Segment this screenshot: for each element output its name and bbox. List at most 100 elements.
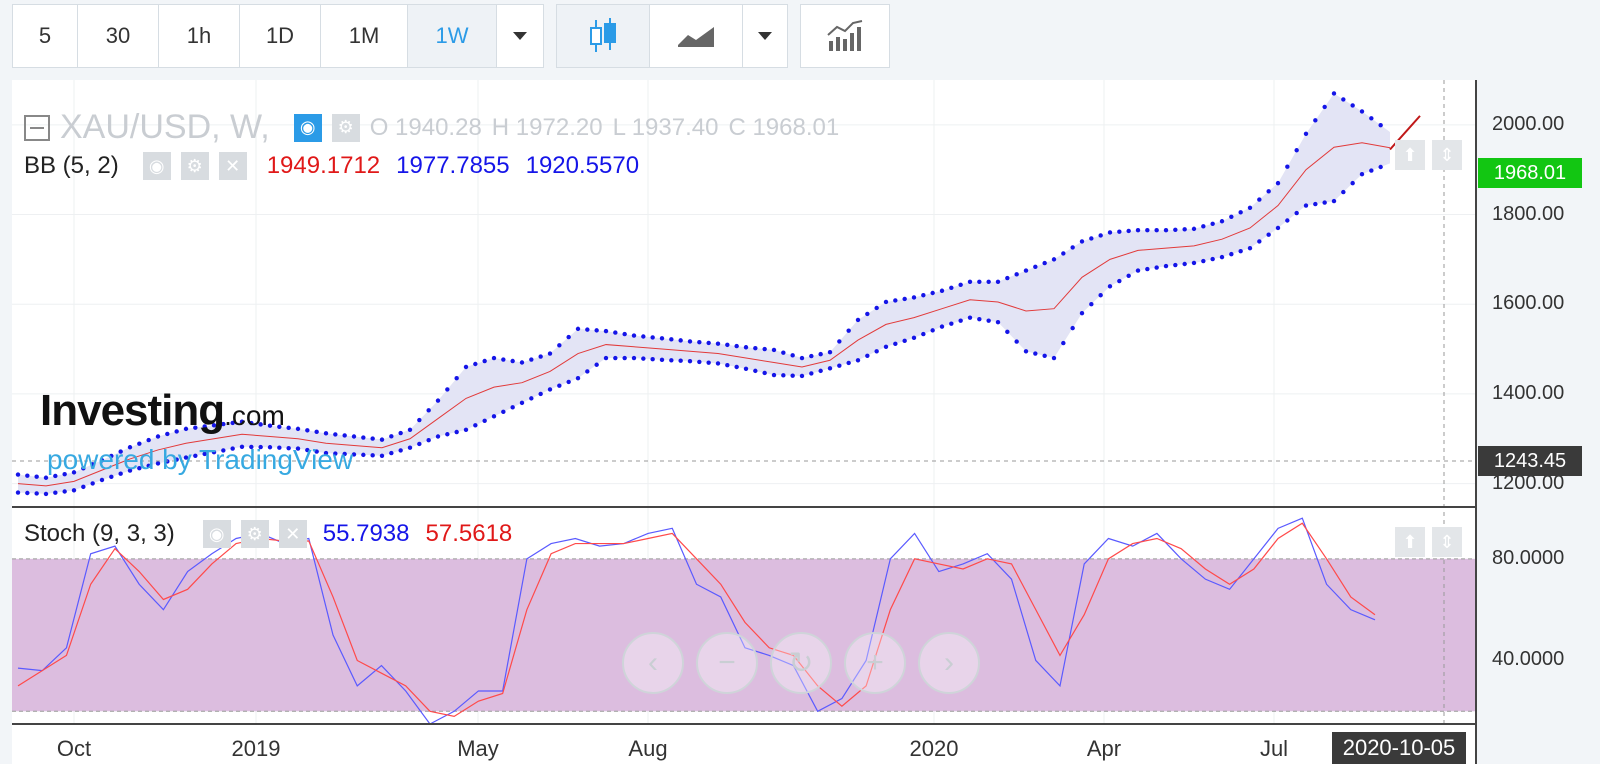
bb-lower-dot (1331, 198, 1337, 204)
bb-upper-dot (547, 351, 553, 356)
stoch-tick-label: 40.0000 (1492, 648, 1565, 671)
arrows-icon[interactable]: ⇕ (1432, 527, 1462, 557)
bb-upper-dot (939, 288, 945, 293)
bb-lower-dot (641, 356, 646, 361)
bb-lower-dot (1005, 329, 1010, 335)
bb-lower-dot (1275, 225, 1281, 231)
bb-upper-dot (930, 290, 935, 296)
bb-lower-dot (1378, 164, 1383, 170)
bb-upper-dot (1294, 148, 1299, 153)
bb-upper-dot (1163, 228, 1169, 233)
bb-upper-dot (1369, 116, 1374, 121)
bb-lower-dot (43, 491, 49, 497)
bb-upper-dot (603, 328, 609, 334)
eye-icon[interactable]: ◉ (142, 152, 171, 180)
bb-lower-dot (1135, 268, 1141, 273)
bb-lower-dot (622, 355, 627, 361)
bb-upper-dot (529, 357, 534, 362)
bb-lower-dot (1229, 251, 1234, 257)
bb-lower-dot (1341, 189, 1346, 195)
bb-lower-dot (846, 360, 851, 366)
bb-lower-dot (557, 383, 562, 388)
bb-lower-dot (566, 379, 571, 385)
bb-upper-dot (1238, 210, 1243, 215)
bb-lower-dot (417, 441, 422, 447)
bb-upper-dot (790, 353, 795, 358)
bb-upper-value: 1977.7855 (396, 152, 510, 179)
gear-icon[interactable]: ⚙ (331, 113, 360, 142)
bb-upper-dot (333, 432, 338, 437)
time-tick-label: 2019 (231, 736, 281, 761)
bb-lower-dot (1023, 349, 1029, 354)
close-icon[interactable]: ✕ (278, 520, 307, 548)
stoch-d-value: 57.5618 (425, 520, 513, 547)
brand-text: Investing (40, 386, 225, 435)
bb-lower-dot (361, 452, 366, 458)
bb-lower-dot (90, 481, 95, 486)
bb-lower-dot (1369, 168, 1374, 173)
bb-upper-dot (1322, 104, 1327, 110)
stoch-k-value: 55.7938 (322, 520, 410, 547)
bb-upper-dot (687, 339, 693, 344)
scroll-left-button[interactable]: ‹ (622, 632, 684, 694)
bb-upper-dot (697, 339, 702, 345)
crosshair-date-tag: 2020-10-05 (1332, 732, 1466, 764)
bb-upper-dot (781, 350, 786, 355)
scroll-right-button[interactable]: › (918, 632, 980, 694)
time-tick-label: May (457, 736, 499, 761)
bb-upper-dot (370, 436, 375, 441)
bb-upper-dot (295, 426, 301, 432)
bb-upper-dot (995, 279, 1001, 284)
bb-lower-dot (473, 423, 478, 428)
bb-upper-dot (622, 331, 627, 337)
bb-upper-dot (650, 335, 655, 340)
zoom-in-button[interactable]: + (844, 632, 906, 694)
price-tick-label: 1600.00 (1492, 292, 1565, 315)
bb-upper-dot (1359, 109, 1365, 114)
eye-icon[interactable]: ◉ (293, 113, 322, 142)
bb-lower-dot (687, 358, 693, 364)
bb-upper-dot (799, 355, 805, 361)
arrow-up-icon[interactable]: ⬆ (1395, 140, 1425, 170)
bb-upper-dot (1331, 91, 1337, 96)
bb-lower-dot (874, 349, 879, 354)
pane-divider[interactable] (12, 506, 1476, 508)
bb-upper-dot (1061, 251, 1066, 256)
powered-by-link[interactable]: powered by TradingView (47, 444, 353, 476)
bb-lower-dot (837, 363, 842, 368)
bb-upper-dot (454, 376, 459, 381)
bb-lower-dot (435, 434, 441, 439)
bb-lower-dot (1201, 258, 1206, 264)
bb-lower-dot (762, 370, 767, 376)
gear-icon[interactable]: ⚙ (180, 152, 209, 180)
bb-upper-dot (426, 408, 431, 413)
bb-upper-dot (389, 434, 394, 439)
close-icon[interactable]: ✕ (218, 152, 247, 180)
bb-lower-dot (585, 369, 590, 374)
bb-upper-dot (1154, 228, 1159, 233)
bb-upper-dot (1257, 197, 1262, 202)
bb-lower-dot (501, 409, 506, 415)
bb-upper-dot (837, 339, 842, 344)
gear-icon[interactable]: ⚙ (240, 520, 269, 548)
arrow-up-icon[interactable]: ⬆ (1395, 527, 1425, 557)
eye-icon[interactable]: ◉ (202, 520, 231, 548)
zoom-out-button[interactable]: − (696, 632, 758, 694)
bb-lower-dot (529, 396, 534, 401)
bb-lower-value: 1920.5570 (525, 152, 640, 179)
reset-button[interactable]: ↻ (770, 632, 832, 694)
bb-upper-dot (1285, 164, 1290, 169)
arrows-icon[interactable]: ⇕ (1432, 140, 1462, 170)
bb-upper-dot (1219, 219, 1225, 224)
collapse-icon[interactable] (24, 114, 50, 141)
bb-upper-dot (958, 282, 963, 287)
bb-upper-dot (855, 317, 861, 323)
bb-upper-dot (510, 358, 515, 364)
bb-lower-dot (734, 364, 739, 370)
bb-lower-dot (1117, 278, 1122, 284)
bb-upper-dot (1070, 245, 1075, 250)
bb-lower-dot (482, 418, 487, 423)
bb-upper-dot (1191, 226, 1197, 232)
bb-upper-dot (827, 349, 833, 355)
bb-lower-dot (799, 373, 805, 379)
